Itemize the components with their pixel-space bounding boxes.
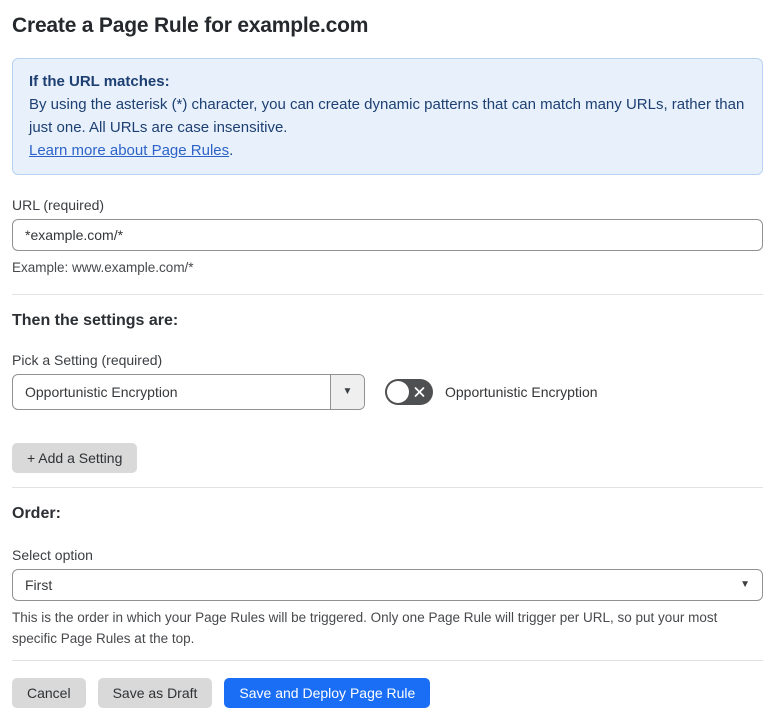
settings-section-heading: Then the settings are: [12,312,179,329]
section-divider [12,487,763,488]
url-input[interactable] [12,219,763,251]
url-match-info-box: If the URL matches: By using the asteris… [12,58,763,175]
setting-select-arrow-button[interactable]: ▼ [330,375,364,409]
chevron-down-icon: ▼ [740,579,750,590]
url-field-label: URL (required) [12,197,105,213]
order-select-label: Select option [12,547,93,563]
toggle-off-x-icon [413,386,426,399]
info-box-body: By using the asterisk (*) character, you… [29,96,745,136]
toggle-knob [387,381,409,403]
chevron-down-icon: ▼ [342,386,353,397]
cancel-button[interactable]: Cancel [12,678,86,708]
page-title: Create a Page Rule for example.com [12,14,369,37]
add-setting-button[interactable]: + Add a Setting [12,443,138,473]
save-and-deploy-button[interactable]: Save and Deploy Page Rule [224,678,431,708]
info-box-heading: If the URL matches: [29,73,170,90]
order-section-heading: Order: [12,505,61,522]
order-helper-text: This is the order in which your Page Rul… [12,610,718,646]
learn-more-link[interactable]: Learn more about Page Rules [29,142,229,159]
footer-divider [12,660,763,661]
order-select[interactable]: First ▼ [12,569,763,601]
setting-row: Opportunistic Encryption ▼ Opportunistic… [12,374,763,410]
setting-select-value: Opportunistic Encryption [25,384,178,400]
toggle-label: Opportunistic Encryption [445,384,598,400]
info-box-link-row: Learn more about Page Rules. [29,139,746,162]
url-example-helper: Example: www.example.com/* [12,260,194,275]
order-select-value: First [25,577,53,593]
setting-select[interactable]: Opportunistic Encryption ▼ [12,374,365,410]
save-as-draft-button[interactable]: Save as Draft [97,678,213,708]
link-suffix: . [229,142,234,159]
setting-picker-label: Pick a Setting (required) [12,352,163,368]
opportunistic-encryption-toggle[interactable] [385,379,433,405]
section-divider [12,294,763,295]
footer-actions: Cancel Save as Draft Save and Deploy Pag… [12,678,763,708]
